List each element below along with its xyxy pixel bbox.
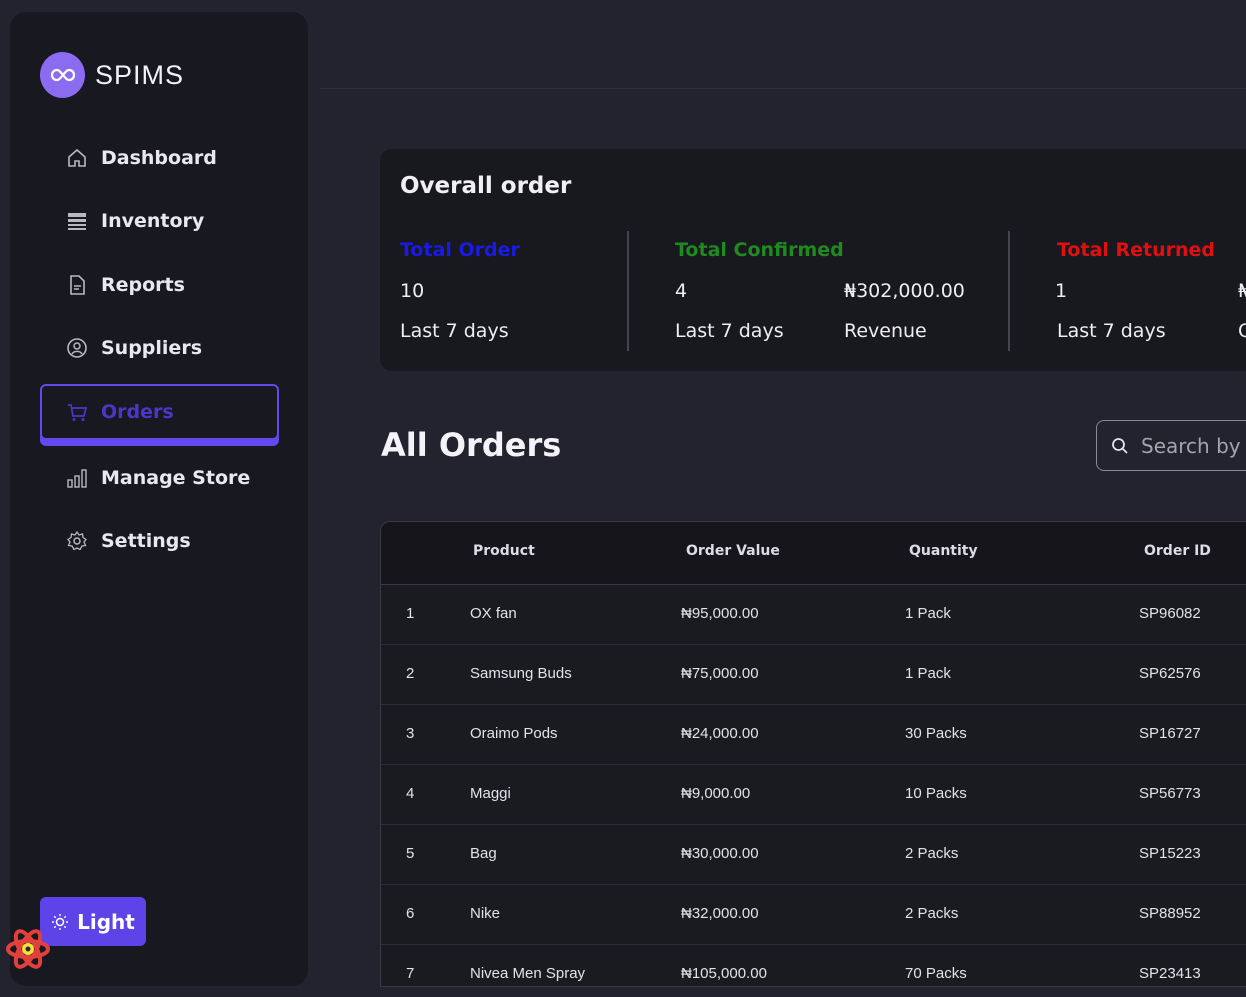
sidebar-item-manage-store[interactable]: Manage Store: [40, 452, 279, 504]
sidebar-item-label: Inventory: [101, 210, 205, 232]
row-number: 5: [406, 845, 415, 862]
total-order-period: Last 7 days: [400, 320, 509, 342]
order-id-cell: SP15223: [1139, 845, 1201, 862]
sidebar-item-settings[interactable]: Settings: [40, 515, 279, 567]
home-icon: [66, 147, 88, 169]
order-value-cell: ₦95,000.00: [681, 605, 759, 622]
table-row[interactable]: 4 Maggi ₦9,000.00 10 Packs SP56773: [381, 765, 1246, 825]
total-confirmed-value: 4: [675, 280, 688, 302]
column-header-order-value[interactable]: Order Value: [686, 543, 780, 559]
table-row[interactable]: 3 Oraimo Pods ₦24,000.00 30 Packs SP1672…: [381, 705, 1246, 765]
table-header: Product Order Value Quantity Order ID: [381, 522, 1246, 585]
order-value-cell: ₦24,000.00: [681, 725, 759, 742]
theme-toggle-button[interactable]: Light: [40, 897, 146, 946]
row-number: 4: [406, 785, 415, 802]
product-cell: Nivea Men Spray: [470, 965, 586, 982]
total-confirmed-revenue-label: Revenue: [844, 320, 927, 342]
total-returned-label: Total Returned: [1057, 239, 1216, 261]
react-devtools-icon[interactable]: [4, 925, 52, 973]
table-row[interactable]: 5 Bag ₦30,000.00 2 Packs SP15223: [381, 825, 1246, 885]
total-order-value: 10: [400, 280, 425, 302]
table-row[interactable]: 1 OX fan ₦95,000.00 1 Pack SP96082: [381, 585, 1246, 645]
quantity-cell: 1 Pack: [905, 605, 951, 622]
search-box[interactable]: [1096, 420, 1246, 471]
quantity-cell: 70 Packs: [905, 965, 967, 982]
sidebar-item-suppliers[interactable]: Suppliers: [40, 322, 279, 374]
column-header-order-id[interactable]: Order ID: [1144, 543, 1211, 559]
total-confirmed-period: Last 7 days: [675, 320, 784, 342]
sidebar-item-inventory[interactable]: Inventory: [40, 195, 279, 247]
sidebar-item-label: Orders: [101, 401, 174, 423]
product-cell: Bag: [470, 845, 497, 862]
total-confirmed-label: Total Confirmed: [675, 239, 844, 261]
order-id-cell: SP96082: [1139, 605, 1201, 622]
product-cell: Samsung Buds: [470, 665, 572, 682]
cart-icon: [66, 401, 88, 423]
product-cell: Maggi: [470, 785, 511, 802]
total-returned-value: 1: [1055, 280, 1068, 302]
sidebar-item-label: Suppliers: [101, 337, 203, 359]
order-value-cell: ₦32,000.00: [681, 905, 759, 922]
quantity-cell: 30 Packs: [905, 725, 967, 742]
gear-icon: [66, 530, 88, 552]
order-id-cell: SP56773: [1139, 785, 1201, 802]
table-row[interactable]: 2 Samsung Buds ₦75,000.00 1 Pack SP62576: [381, 645, 1246, 705]
sidebar: SPIMS Dashboard Inventory Reports Suppli…: [10, 12, 308, 986]
order-id-cell: SP88952: [1139, 905, 1201, 922]
total-returned-period: Last 7 days: [1057, 320, 1166, 342]
column-header-product[interactable]: Product: [473, 543, 535, 559]
sidebar-item-dashboard[interactable]: Dashboard: [40, 132, 279, 184]
all-orders-title: All Orders: [381, 426, 562, 464]
order-id-cell: SP16727: [1139, 725, 1201, 742]
product-cell: Nike: [470, 905, 501, 922]
user-circle-icon: [66, 337, 88, 359]
total-order-label: Total Order: [400, 239, 520, 261]
search-icon: [1111, 437, 1129, 455]
app-logo[interactable]: SPIMS: [40, 52, 184, 98]
product-cell: OX fan: [470, 605, 517, 622]
quantity-cell: 2 Packs: [905, 845, 959, 862]
order-id-cell: SP62576: [1139, 665, 1201, 682]
order-value-cell: ₦105,000.00: [681, 965, 767, 982]
order-value-cell: ₦75,000.00: [681, 665, 759, 682]
app-name: SPIMS: [95, 59, 185, 90]
search-input[interactable]: [1141, 433, 1246, 458]
bar-chart-icon: [66, 467, 88, 489]
overall-order-title: Overall order: [400, 173, 572, 199]
quantity-cell: 10 Packs: [905, 785, 967, 802]
row-number: 6: [406, 905, 415, 922]
stat-divider: [627, 231, 629, 351]
quantity-cell: 2 Packs: [905, 905, 959, 922]
overall-order-card: Overall order Total Order 10 Last 7 days…: [380, 149, 1246, 371]
total-returned-revenue: ₦: [1238, 280, 1246, 302]
order-id-cell: SP23413: [1139, 965, 1201, 982]
sidebar-item-label: Reports: [101, 274, 185, 296]
table-row[interactable]: 6 Nike ₦32,000.00 2 Packs SP88952: [381, 885, 1246, 945]
table-row[interactable]: 7 Nivea Men Spray ₦105,000.00 70 Packs S…: [381, 945, 1246, 986]
inventory-icon: [66, 210, 88, 232]
infinity-icon: [40, 52, 85, 98]
order-value-cell: ₦9,000.00: [681, 785, 751, 802]
row-number: 2: [406, 665, 415, 682]
column-header-quantity[interactable]: Quantity: [909, 543, 978, 559]
order-value-cell: ₦30,000.00: [681, 845, 759, 862]
total-confirmed-revenue: ₦302,000.00: [844, 280, 965, 302]
header-divider: [320, 88, 1246, 89]
product-cell: Oraimo Pods: [470, 725, 558, 742]
sidebar-item-label: Settings: [101, 530, 191, 552]
row-number: 3: [406, 725, 415, 742]
quantity-cell: 1 Pack: [905, 665, 951, 682]
row-number: 7: [406, 965, 415, 982]
orders-table: Product Order Value Quantity Order ID 1 …: [380, 521, 1246, 987]
report-icon: [66, 274, 88, 296]
row-number: 1: [406, 605, 415, 622]
sidebar-item-label: Manage Store: [101, 467, 251, 489]
sidebar-item-orders[interactable]: Orders: [40, 384, 279, 440]
sun-icon: [51, 913, 69, 931]
stat-divider: [1008, 231, 1010, 351]
sidebar-item-label: Dashboard: [101, 147, 217, 169]
theme-toggle-label: Light: [77, 909, 135, 934]
total-returned-revenue-label: C: [1238, 320, 1246, 342]
sidebar-item-reports[interactable]: Reports: [40, 259, 279, 311]
